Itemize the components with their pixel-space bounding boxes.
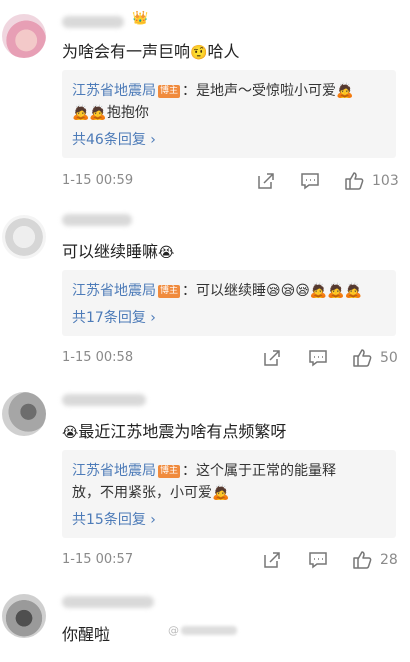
reply-author[interactable]: 江苏省地震局: [72, 83, 156, 99]
blogger-badge: 博主: [158, 285, 181, 298]
username[interactable]: [62, 16, 124, 28]
timestamp: 1-15 00:57: [62, 552, 134, 567]
watermark-blur: [181, 626, 237, 635]
reply-line: 江苏省地震局 博主 ：可以继续睡😪😪😪🙇🙇🙇: [72, 283, 363, 299]
thumbs-up-icon[interactable]: [352, 348, 372, 368]
share-icon[interactable]: [262, 550, 282, 570]
comment-meta: 1-15 00:59 103: [62, 170, 402, 192]
share-icon[interactable]: [256, 171, 276, 191]
reply-line: 江苏省地震局 博主 ：这个属于正常的能量释: [72, 463, 337, 479]
username[interactable]: [62, 394, 146, 406]
timestamp: 1-15 00:58: [62, 350, 134, 365]
reply-author[interactable]: 江苏省地震局: [72, 463, 156, 479]
reply-line-2: 🙇🙇抱抱你: [72, 105, 149, 121]
username[interactable]: [62, 596, 154, 608]
reply-line-2: 放，不用紧张，小可爱🙇: [72, 485, 230, 501]
comment-icon[interactable]: [300, 171, 320, 191]
comment-icon[interactable]: [308, 348, 328, 368]
comment-meta: 1-15 00:58 50: [62, 347, 402, 369]
avatar[interactable]: [2, 14, 46, 58]
view-replies-link[interactable]: 共46条回复 ›: [72, 128, 386, 152]
blogger-badge: 博主: [158, 85, 181, 98]
avatar[interactable]: [2, 392, 46, 436]
reply-line: 江苏省地震局 博主 ：是地声～受惊啦小可爱🙇: [72, 83, 354, 99]
emoji: 🤨: [190, 45, 208, 61]
view-replies-link[interactable]: 共15条回复 ›: [72, 508, 386, 532]
thumbs-up-icon[interactable]: [352, 550, 372, 570]
blogger-badge: 博主: [158, 465, 181, 478]
thumbs-up-icon[interactable]: [344, 171, 364, 191]
view-replies-link[interactable]: 共17条回复 ›: [72, 306, 386, 330]
username[interactable]: [62, 214, 132, 226]
crown-icon: 👑: [132, 11, 149, 26]
comment-icon[interactable]: [308, 550, 328, 570]
reply-box[interactable]: 江苏省地震局 博主 ：这个属于正常的能量释 放，不用紧张，小可爱🙇 共15条回复 ›: [62, 450, 396, 538]
reply-box[interactable]: 江苏省地震局 博主 ：可以继续睡😪😪😪🙇🙇🙇 共17条回复 ›: [62, 270, 396, 336]
avatar[interactable]: [2, 594, 46, 638]
like-count: 103: [372, 173, 399, 189]
comment-meta: 1-15 00:57 28: [62, 549, 402, 571]
like-count: 28: [380, 552, 398, 568]
avatar[interactable]: [2, 215, 46, 259]
comment-text: 😭最近江苏地震为啥有点频繁呀: [62, 422, 287, 441]
timestamp: 1-15 00:59: [62, 173, 134, 188]
watermark: @: [168, 624, 237, 637]
comment-text: 你醒啦: [62, 625, 111, 644]
share-icon[interactable]: [262, 348, 282, 368]
reply-box[interactable]: 江苏省地震局 博主 ：是地声～受惊啦小可爱🙇 🙇🙇抱抱你 共46条回复 ›: [62, 70, 396, 158]
reply-author[interactable]: 江苏省地震局: [72, 283, 156, 299]
comment-text: 为啥会有一声巨响🤨哈人: [62, 42, 240, 61]
comment-text: 可以继续睡嘛😭: [62, 242, 175, 261]
like-count: 50: [380, 350, 398, 366]
